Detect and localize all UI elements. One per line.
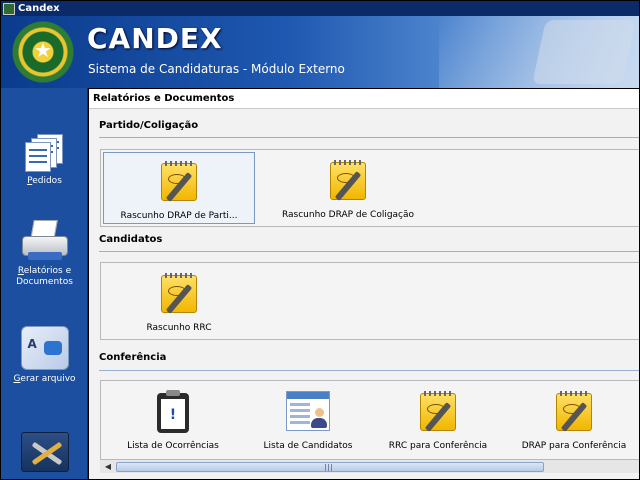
tile-rascunho-rrc[interactable]: Rascunho RRC (103, 265, 255, 337)
sidebar: Pedidos Relatórios e Documentos A Gerar a… (1, 88, 88, 479)
tile-label: DRAP para Conferência (521, 441, 627, 451)
tile-group-candidatos: Rascunho RRC (100, 262, 639, 340)
clipboard-alert-icon: ! (151, 390, 195, 435)
tile-group-conferencia: ! Lista de Ocorrências Lista de Candidat… (100, 380, 639, 460)
sidebar-item-label: Gerar arquivo (13, 374, 76, 384)
tile-group-partido: Rascunho DRAP de Parti... Rascunho DRAP … (100, 149, 639, 227)
app-brand-title: CANDEX (87, 22, 223, 55)
brazil-coat-of-arms-icon: ★ (11, 20, 75, 84)
app-window: Candex ★ CANDEX Sistema de Candidaturas … (0, 0, 640, 480)
section-heading-conferencia: Conferência (99, 352, 167, 363)
generate-file-icon: A (20, 326, 69, 370)
tile-lista-ocorrencias[interactable]: ! Lista de Ocorrências (103, 383, 243, 455)
tile-lista-candidatos[interactable]: Lista de Candidatos (243, 383, 373, 455)
app-header: ★ CANDEX Sistema de Candidaturas - Módul… (1, 16, 639, 88)
tile-label: Rascunho DRAP de Parti... (120, 211, 238, 221)
notepad-icon (416, 391, 460, 435)
candidate-list-icon (286, 391, 330, 435)
main-panel: Relatórios e Documentos Partido/Coligaçã… (89, 89, 639, 479)
notepad-icon (326, 160, 370, 204)
tile-label: Rascunho DRAP de Coligação (281, 210, 415, 220)
sidebar-item-relatorios[interactable]: Relatórios e Documentos (1, 218, 88, 288)
notepad-icon (157, 273, 201, 317)
sidebar-item-tools[interactable] (1, 432, 88, 472)
section-divider (99, 370, 639, 371)
tile-rascunho-drap-coligacao[interactable]: Rascunho DRAP de Coligação (271, 152, 425, 224)
notepad-icon (157, 161, 201, 205)
scrollbar-grip-icon (325, 464, 333, 471)
header-decoration-shape (532, 20, 636, 84)
tile-rrc-conferencia[interactable]: RRC para Conferência (373, 383, 503, 455)
section-divider (99, 137, 639, 138)
app-brand-subtitle: Sistema de Candidaturas - Módulo Externo (88, 62, 345, 76)
tile-label: Rascunho RRC (146, 323, 212, 333)
section-heading-candidatos: Candidatos (99, 234, 163, 245)
app-icon (3, 2, 15, 15)
sidebar-item-gerar-arquivo[interactable]: A Gerar arquivo (1, 326, 88, 385)
page-title: Relatórios e Documentos (89, 89, 639, 109)
scroll-left-arrow-icon[interactable]: ◀ (102, 461, 114, 473)
tile-label: Lista de Candidatos (263, 441, 353, 451)
section-heading-partido: Partido/Coligação (99, 120, 199, 131)
window-title: Candex (18, 3, 60, 14)
printer-icon (20, 218, 70, 262)
scrollbar-thumb[interactable] (116, 462, 544, 472)
sidebar-item-label: Relatórios e Documentos (16, 266, 73, 287)
tile-label: Lista de Ocorrências (127, 441, 219, 451)
title-bar: Candex (1, 1, 639, 16)
tools-icon (20, 432, 69, 472)
documents-icon (23, 132, 67, 172)
sidebar-item-pedidos[interactable]: Pedidos (1, 132, 88, 187)
notepad-icon (552, 391, 596, 435)
horizontal-scrollbar[interactable]: ◀ (100, 459, 639, 473)
tile-rascunho-drap-partido[interactable]: Rascunho DRAP de Parti... (103, 152, 255, 224)
tile-label: RRC para Conferência (388, 441, 488, 451)
section-divider (99, 251, 639, 252)
sidebar-item-label: Pedidos (27, 176, 62, 186)
tile-drap-conferencia[interactable]: DRAP para Conferência (509, 383, 639, 455)
